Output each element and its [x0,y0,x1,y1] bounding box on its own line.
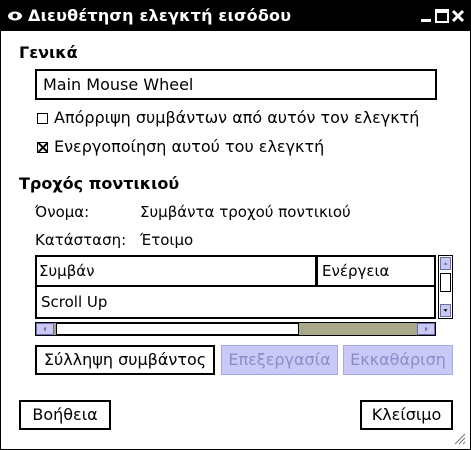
horizontal-scroll-thumb[interactable] [56,323,299,335]
enable-controller-checkbox[interactable]: Ενεργοποίηση αυτού του ελεγκτή [37,137,324,156]
grab-event-button[interactable]: Σύλληψη συμβάντος [35,345,215,375]
horizontal-scrollbar[interactable] [35,322,436,336]
controller-name-input[interactable] [35,69,437,100]
events-table: Συμβάν Ενέργεια Scroll Up [35,255,436,319]
enable-controller-label: Ενεργοποίηση αυτού του ελεγκτή [54,137,325,156]
vertical-scroll-thumb[interactable] [440,273,451,292]
name-label: Όνομα: [35,203,90,221]
scroll-up-arrow-icon[interactable] [440,257,451,270]
window-title: Διευθέτηση ελεγκτή εισόδου [28,6,292,25]
scroll-left-arrow-icon[interactable] [36,323,54,335]
minimize-icon[interactable] [419,9,433,23]
name-value: Συμβάντα τροχού ποντικιού [140,203,351,221]
column-header-action[interactable]: Ενέργεια [316,257,436,287]
state-label: Κατάσταση: [35,231,127,249]
vertical-scrollbar[interactable] [438,255,453,319]
discard-events-label: Απόρριψη συμβάντων από αυτόν τον ελεγκτή [54,108,420,127]
state-value: Έτοιμο [140,231,194,249]
close-button[interactable]: Κλείσιμο [360,400,453,430]
resize-grip-icon[interactable] [454,433,466,445]
input-controller-dialog: Διευθέτηση ελεγκτή εισόδου Γενικά Απόρρι… [0,0,471,450]
help-button[interactable]: Βοήθεια [19,400,111,430]
maximize-icon[interactable] [435,9,449,23]
app-eye-icon [8,11,22,21]
column-header-event[interactable]: Συμβάν [35,257,317,287]
checkbox-unchecked-icon[interactable] [37,113,48,124]
scroll-right-arrow-icon[interactable] [417,323,435,335]
mouse-wheel-heading: Τροχός ποντικιού [19,174,180,193]
discard-events-checkbox[interactable]: Απόρριψη συμβάντων από αυτόν τον ελεγκτή [37,108,419,127]
general-heading: Γενικά [19,43,78,62]
title-bar[interactable]: Διευθέτηση ελεγκτή εισόδου [1,1,470,31]
close-icon[interactable] [451,9,465,23]
edit-button[interactable]: Επεξεργασία [221,345,338,375]
scroll-down-arrow-icon[interactable] [440,304,451,317]
clear-button[interactable]: Εκκαθάριση [343,345,453,375]
checkbox-checked-icon[interactable] [37,142,48,153]
table-row[interactable]: Scroll Up [41,293,107,311]
